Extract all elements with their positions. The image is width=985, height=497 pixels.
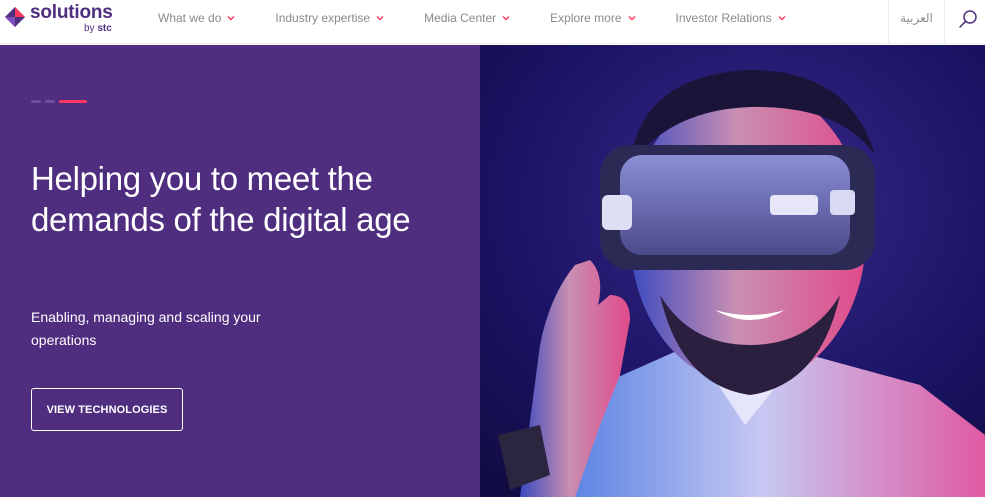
brand-byline: by stc xyxy=(84,23,112,34)
chevron-down-icon xyxy=(778,16,786,21)
nav-item-what-we-do[interactable]: What we do xyxy=(158,0,235,36)
nav-item-label: What we do xyxy=(158,11,222,25)
nav-item-explore-more[interactable]: Explore more xyxy=(550,0,636,36)
vr-headset-person-illustration xyxy=(480,45,985,497)
hero-title: Helping you to meet the demands of the d… xyxy=(31,158,471,240)
view-technologies-button[interactable]: VIEW TECHNOLOGIES xyxy=(31,388,183,431)
brand-name: solutions xyxy=(30,2,113,23)
slide-indicator-1[interactable] xyxy=(31,100,41,103)
slide-indicator-active[interactable] xyxy=(59,100,87,103)
nav-item-label: Investor Relations xyxy=(675,11,772,25)
chevron-down-icon xyxy=(628,16,636,21)
chevron-down-icon xyxy=(502,16,510,21)
brand-logo[interactable]: solutions by stc xyxy=(4,2,122,40)
language-toggle[interactable]: العربية xyxy=(888,0,945,44)
hero-title-line-1: Helping you to meet the xyxy=(31,160,373,197)
chevron-down-icon xyxy=(227,16,235,21)
nav-item-label: Media Center xyxy=(424,11,497,25)
hero-subtitle-line-1: Enabling, managing and scaling your xyxy=(31,309,261,325)
nav-item-investor-relations[interactable]: Investor Relations xyxy=(676,0,786,36)
hero-title-line-2: demands of the digital age xyxy=(31,201,411,238)
slide-indicator-2[interactable] xyxy=(45,100,55,103)
main-nav: What we do Industry expertise Media Cent… xyxy=(158,0,826,44)
nav-item-media-center[interactable]: Media Center xyxy=(424,0,510,36)
nav-item-label: Explore more xyxy=(550,11,622,25)
nav-item-industry-expertise[interactable]: Industry expertise xyxy=(275,0,384,36)
hero-subtitle-line-2: operations xyxy=(31,332,97,348)
search-icon[interactable] xyxy=(955,6,981,32)
brand-by-name: stc xyxy=(97,23,112,34)
site-header: solutions by stc What we do Industry exp… xyxy=(0,0,985,44)
nav-item-label: Industry expertise xyxy=(275,11,371,25)
brand-by-prefix: by xyxy=(84,23,95,34)
diamond-logo-icon xyxy=(5,7,25,27)
chevron-down-icon xyxy=(376,16,384,21)
hero-subtitle: Enabling, managing and scaling your oper… xyxy=(31,306,311,352)
hero-image xyxy=(480,45,985,497)
